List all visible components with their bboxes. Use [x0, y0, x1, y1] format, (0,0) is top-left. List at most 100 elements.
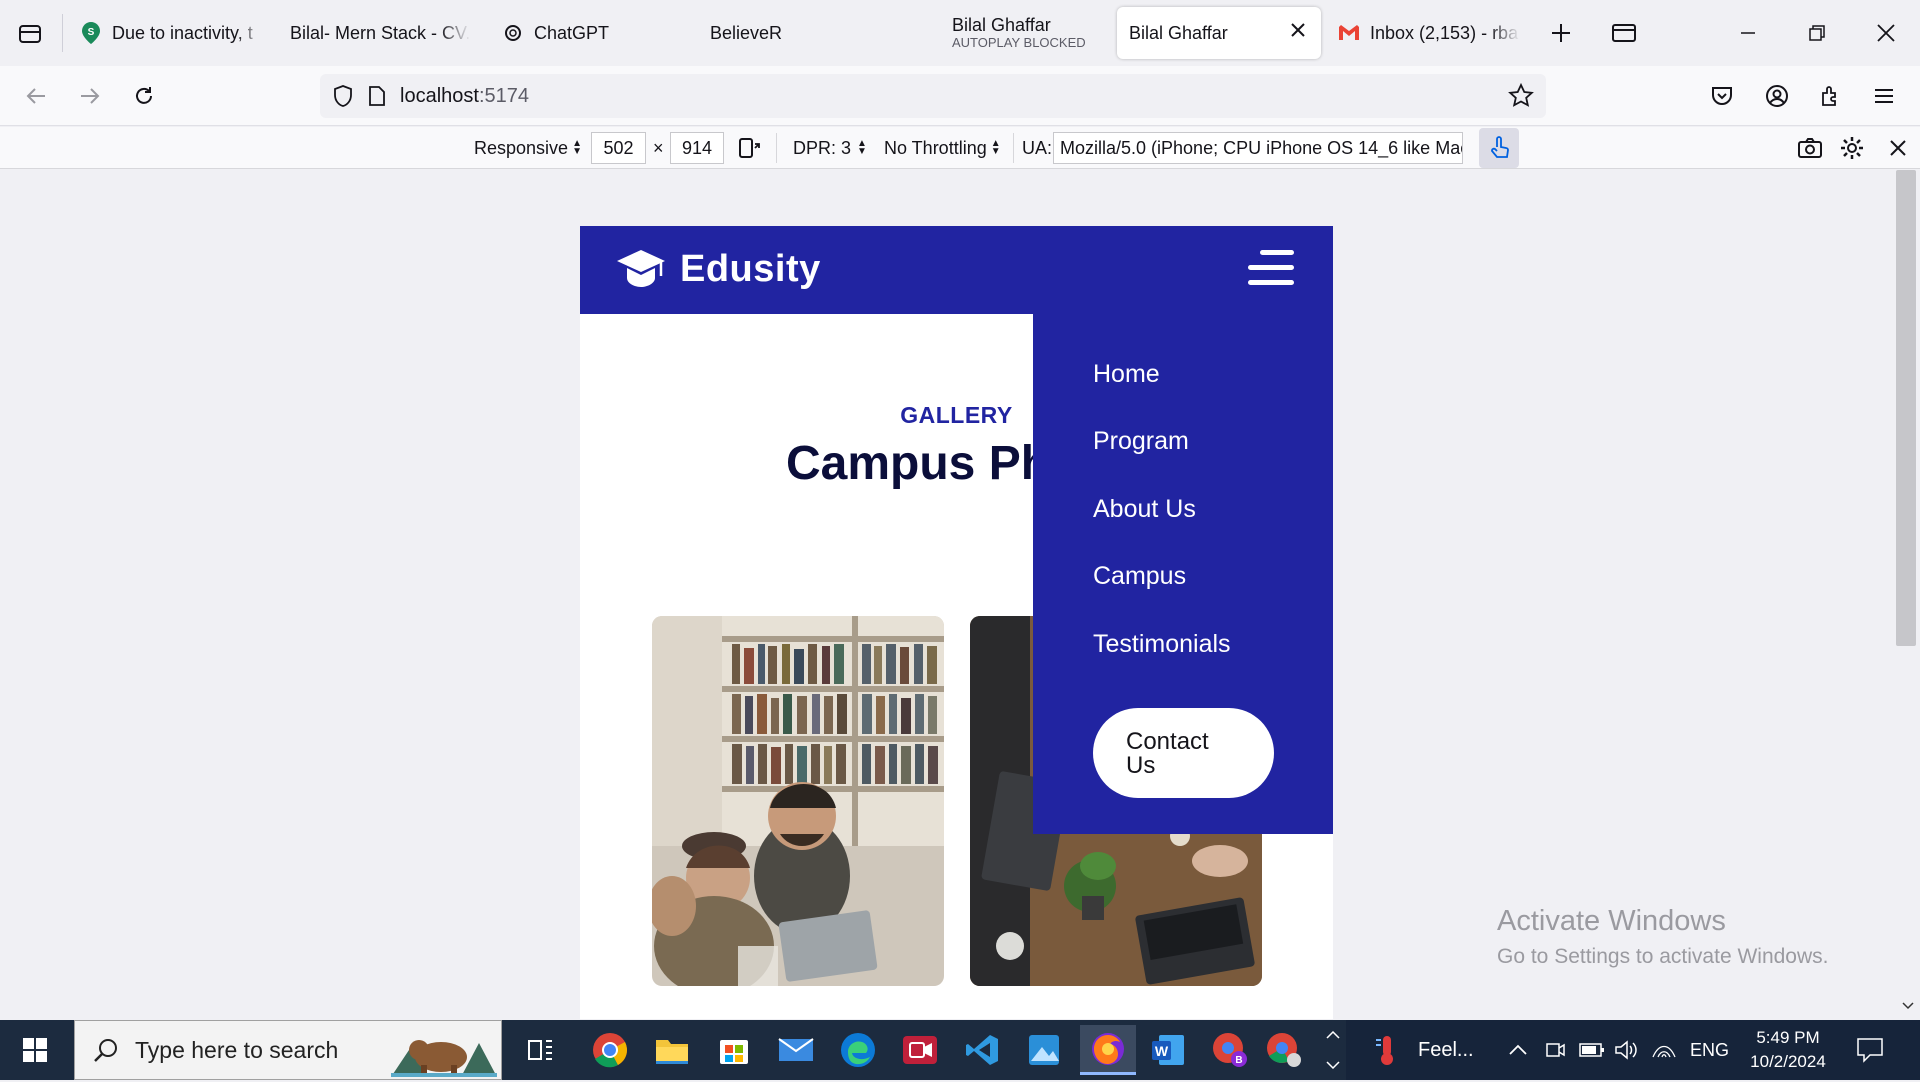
tab-label: Bilal Ghaffar: [952, 15, 1051, 35]
nav-link-program[interactable]: Program: [1093, 427, 1189, 456]
screenshot-camera-icon[interactable]: [1790, 128, 1830, 168]
user-agent-input[interactable]: Mozilla/5.0 (iPhone; CPU iPhone OS 14_6 …: [1053, 132, 1463, 164]
tab-4[interactable]: Bilal Ghaffar AUTOPLAY BLOCKED: [952, 7, 1102, 59]
language-indicator[interactable]: ENG: [1690, 1020, 1729, 1080]
weather-text: Feel...: [1418, 1038, 1474, 1061]
meet-now-icon[interactable]: [1544, 1020, 1566, 1080]
windows-taskbar: Type here to search W B Feel... ENG 5:49…: [0, 1020, 1920, 1080]
chrome-icon[interactable]: [590, 1030, 630, 1070]
new-tab-plus-icon[interactable]: [1541, 13, 1581, 53]
taskbar-search-box[interactable]: Type here to search: [74, 1020, 502, 1080]
device-selector[interactable]: Responsive ▲ ▼: [474, 127, 582, 169]
viewport-width-input[interactable]: 502: [591, 132, 646, 164]
viewport-height-value: 914: [681, 137, 713, 158]
tab-overview-icon[interactable]: [10, 13, 50, 53]
graduation-cap-icon: [616, 248, 666, 297]
gallery-photo-library[interactable]: [652, 616, 944, 986]
activate-windows-title: Activate Windows: [1497, 905, 1726, 937]
contact-us-button[interactable]: Contact Us: [1093, 708, 1274, 798]
updown-caret-icon: ▲ ▼: [857, 138, 867, 157]
pocket-icon[interactable]: [1702, 76, 1742, 116]
device-viewport: Edusity GALLERY Campus Ph Home Program A…: [580, 226, 1333, 1019]
nav-link-campus[interactable]: Campus: [1093, 562, 1186, 591]
vertical-scrollbar[interactable]: [1896, 170, 1920, 1019]
viewport-height-input[interactable]: 914: [670, 132, 724, 164]
close-tab-icon[interactable]: [1289, 21, 1307, 44]
close-rdm-icon[interactable]: [1878, 128, 1918, 168]
throttling-label: No Throttling: [884, 137, 987, 158]
notification-center-icon[interactable]: [1856, 1020, 1884, 1080]
tab-3[interactable]: BelieveR: [710, 7, 830, 59]
url-port: :5174: [478, 84, 529, 107]
touch-simulation-icon[interactable]: [1479, 128, 1519, 168]
scroll-down-icon[interactable]: [1902, 997, 1914, 1015]
activate-windows-subtitle: Go to Settings to activate Windows.: [1497, 945, 1829, 968]
battery-icon[interactable]: [1579, 1020, 1605, 1080]
clock[interactable]: 5:49 PM 10/2/2024: [1744, 1020, 1832, 1080]
bookmark-star-icon[interactable]: [1508, 82, 1534, 114]
tab-label: Bilal Ghaffar: [1129, 22, 1228, 43]
list-tabs-icon[interactable]: [1604, 13, 1644, 53]
tab-5-active[interactable]: Bilal Ghaffar: [1117, 7, 1321, 59]
forward-arrow-icon[interactable]: [70, 76, 110, 116]
restore-icon[interactable]: [1797, 13, 1837, 53]
tab-6[interactable]: Inbox (2,153) - rba: [1338, 7, 1520, 59]
volume-icon[interactable]: [1614, 1020, 1640, 1080]
dimension-times: ×: [653, 127, 664, 169]
dpr-selector[interactable]: DPR: 3 ▲ ▼: [793, 127, 867, 169]
svg-text:B: B: [1235, 1055, 1242, 1066]
firefox-icon[interactable]: [1080, 1025, 1136, 1075]
extensions-icon[interactable]: [1811, 76, 1851, 116]
gallery-title: Campus Ph: [786, 437, 1051, 490]
edge-icon[interactable]: [838, 1030, 878, 1070]
site-logo-text[interactable]: Edusity: [680, 248, 821, 291]
scrollbar-thumb[interactable]: [1896, 170, 1916, 646]
shield-icon[interactable]: [332, 84, 354, 108]
url-host: localhost: [400, 84, 479, 107]
contact-label-line1: Contact: [1126, 728, 1209, 755]
tab-1[interactable]: Bilal- Mern Stack - CV.: [290, 7, 470, 59]
word-icon[interactable]: W: [1148, 1030, 1188, 1070]
windows-start-icon[interactable]: [15, 1030, 55, 1070]
rotate-device-icon[interactable]: [730, 128, 770, 168]
mail-icon[interactable]: [776, 1030, 816, 1070]
app-menu-icon[interactable]: [1864, 76, 1904, 116]
close-window-icon[interactable]: [1866, 13, 1906, 53]
search-icon: [93, 1037, 119, 1063]
taskbar-overflow-arrows[interactable]: [1320, 1020, 1346, 1080]
updown-caret-icon: ▲ ▼: [572, 138, 582, 157]
nav-link-testimonials[interactable]: Testimonials: [1093, 630, 1231, 659]
autoplay-blocked-label: AUTOPLAY BLOCKED: [952, 35, 1086, 50]
site-header: Edusity: [580, 226, 1333, 314]
file-explorer-icon[interactable]: [652, 1030, 692, 1070]
tab-label: Due to inactivity, t: [112, 22, 253, 43]
nav-link-home[interactable]: Home: [1093, 360, 1160, 389]
svg-text:S: S: [88, 27, 95, 38]
page-icon: [368, 85, 386, 107]
show-hidden-icons-chevron-icon[interactable]: [1509, 1020, 1527, 1080]
back-arrow-icon[interactable]: [16, 76, 56, 116]
minimize-icon[interactable]: [1728, 13, 1768, 53]
hamburger-menu-icon[interactable]: [1248, 250, 1294, 290]
chrome-profile-2-icon[interactable]: [1264, 1030, 1304, 1070]
photos-app-icon[interactable]: [1024, 1030, 1064, 1070]
nav-link-about-us[interactable]: About Us: [1093, 495, 1196, 524]
task-view-icon[interactable]: [520, 1030, 560, 1070]
wifi-icon[interactable]: [1651, 1020, 1677, 1080]
url-text[interactable]: localhost:5174: [400, 85, 529, 108]
screen-recorder-icon[interactable]: [900, 1030, 940, 1070]
account-icon[interactable]: [1757, 76, 1797, 116]
thermometer-icon: [1372, 1034, 1402, 1066]
search-placeholder: Type here to search: [135, 1036, 339, 1063]
throttling-selector[interactable]: No Throttling ▲ ▼: [884, 127, 1001, 169]
weather-widget[interactable]: Feel...: [1372, 1020, 1474, 1080]
vscode-icon[interactable]: [962, 1030, 1002, 1070]
times-sign: ×: [653, 137, 664, 158]
tab-0[interactable]: S Due to inactivity, t: [80, 7, 266, 59]
tab-2[interactable]: ChatGPT: [502, 7, 652, 59]
url-bar[interactable]: localhost:5174: [320, 74, 1546, 118]
settings-gear-icon[interactable]: [1832, 128, 1872, 168]
microsoft-store-icon[interactable]: [714, 1030, 754, 1070]
reload-icon[interactable]: [124, 76, 164, 116]
chrome-profile-b-icon[interactable]: B: [1210, 1030, 1250, 1070]
